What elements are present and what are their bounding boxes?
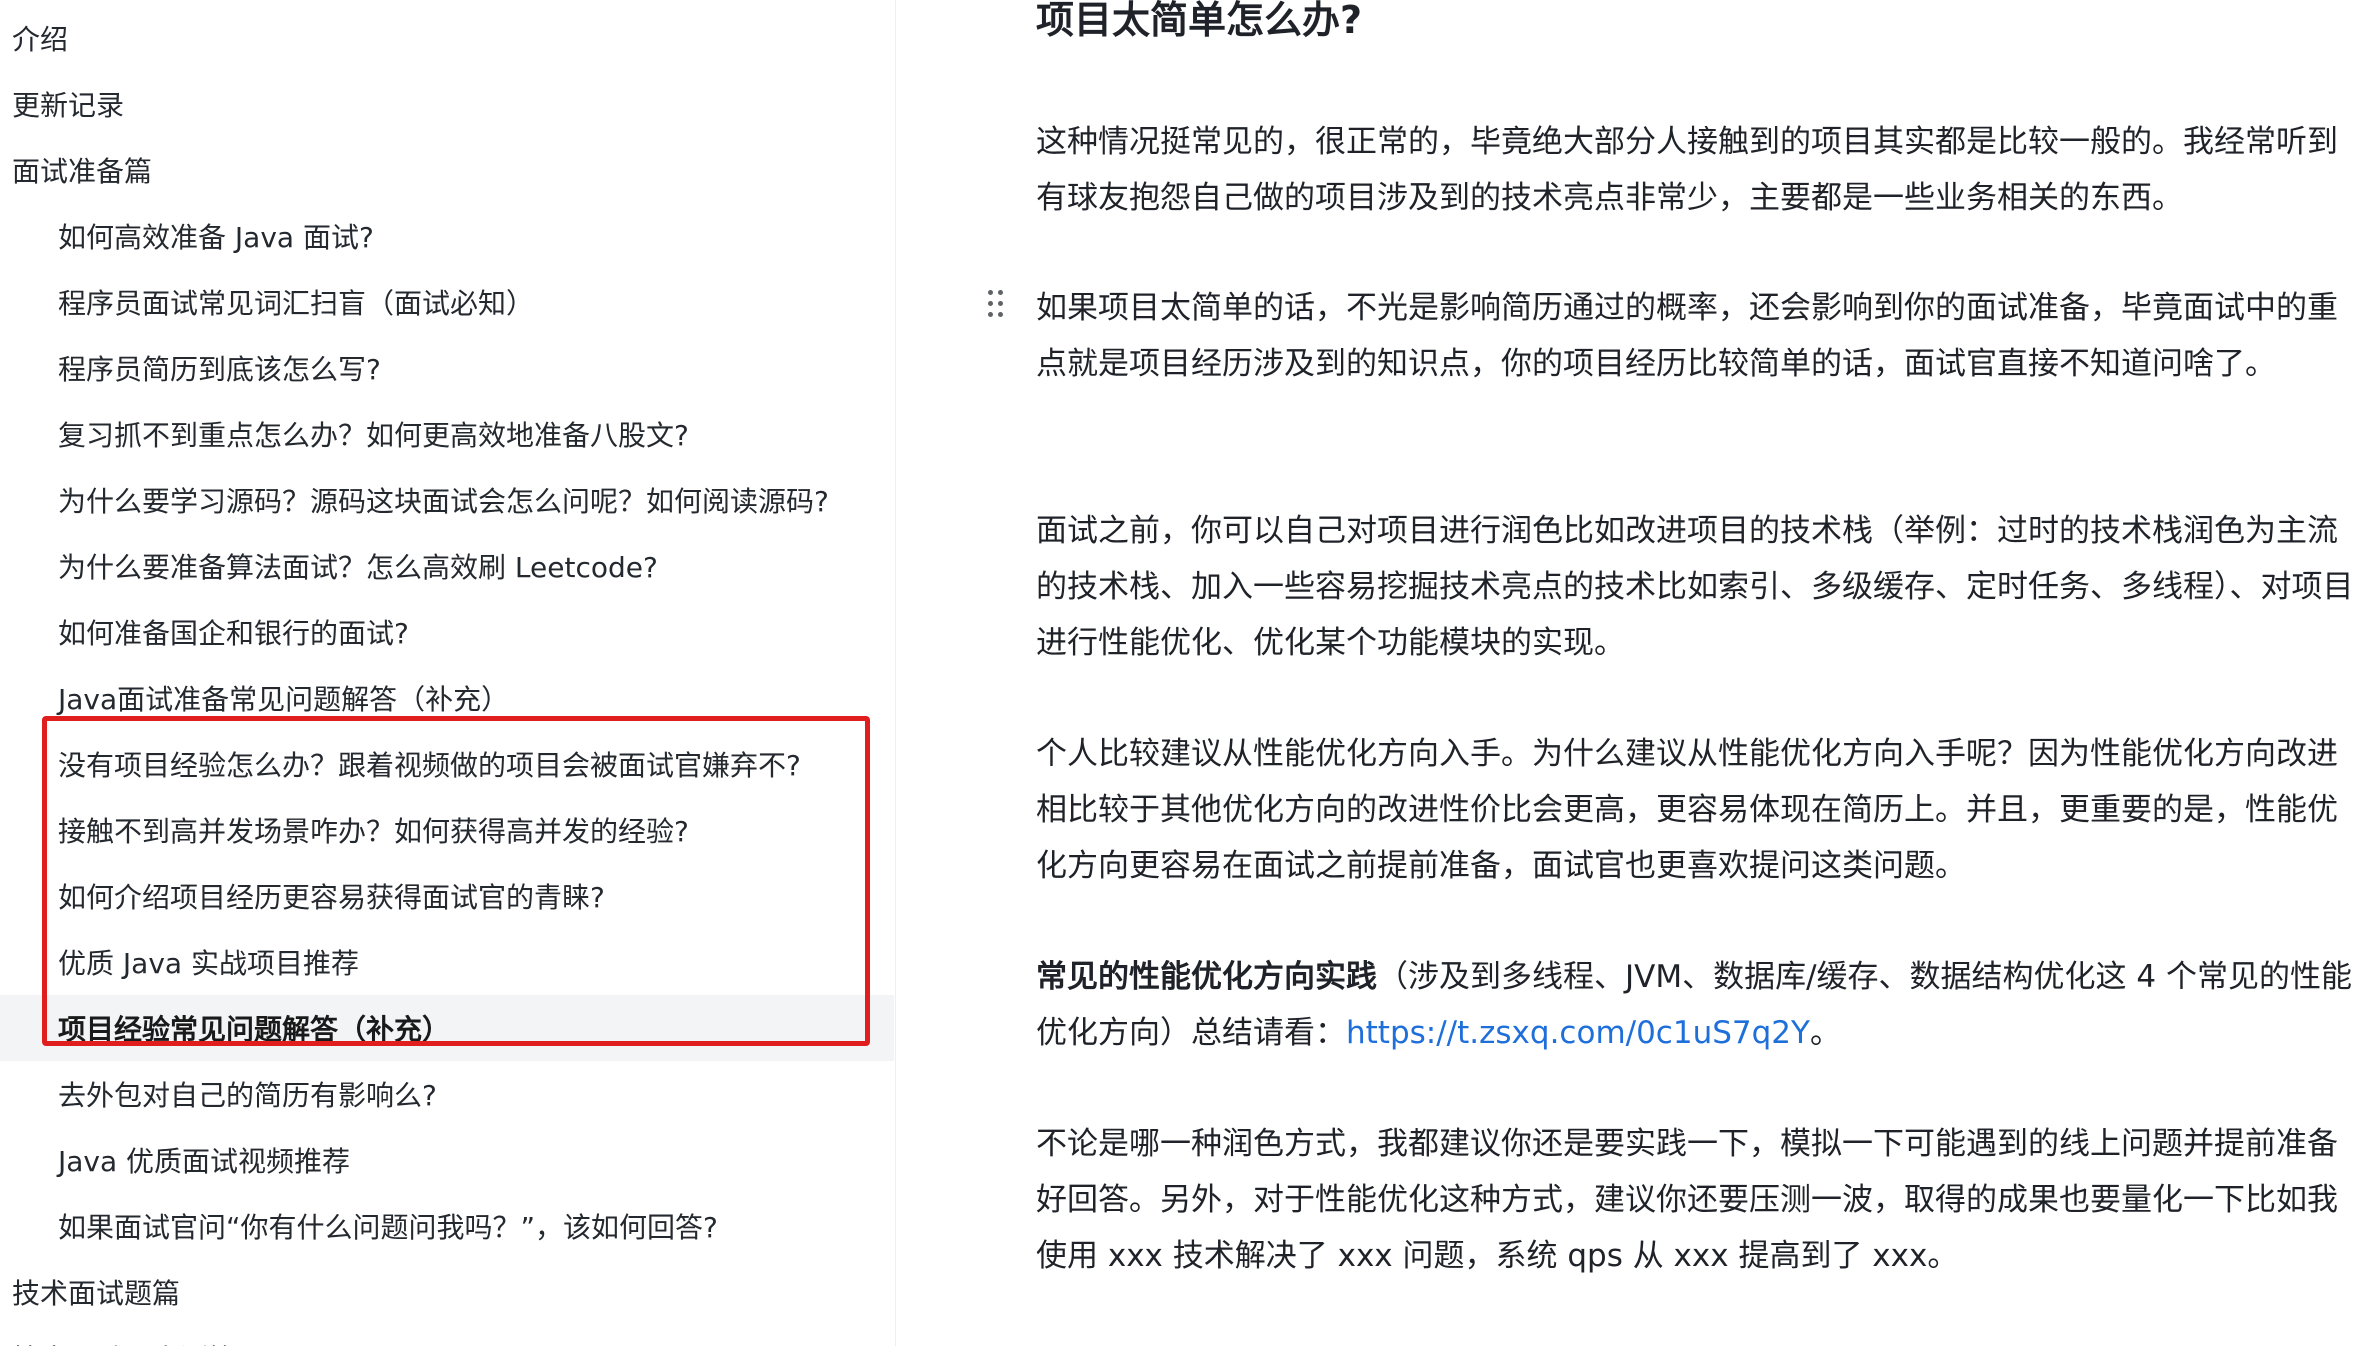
sidebar-item-algorithm[interactable]: 为什么要准备算法面试？怎么高效刷 Leetcode?: [0, 533, 894, 599]
sidebar-item-label: 优质 Java 实战项目推荐: [58, 947, 359, 980]
sidebar-item-label: 为什么要学习源码？源码这块面试会怎么问呢？如何阅读源码?: [58, 485, 829, 518]
sidebar-item-java-faq[interactable]: Java面试准备常见问题解答（补充）: [0, 665, 894, 731]
sidebar-nav: 介绍 更新记录 面试准备篇 如何高效准备 Java 面试? 程序员面试常见词汇扫…: [0, 0, 896, 1346]
sidebar-item-self-test[interactable]: 技术面试题自测篇: [0, 1325, 894, 1346]
sidebar-item-soe-bank[interactable]: 如何准备国企和银行的面试?: [0, 599, 894, 665]
sidebar-item-label: 程序员面试常见词汇扫盲（面试必知）: [58, 287, 535, 320]
sidebar-item-label: 没有项目经验怎么办？跟着视频做的项目会被面试官嫌弃不?: [58, 749, 801, 782]
docs-page: 介绍 更新记录 面试准备篇 如何高效准备 Java 面试? 程序员面试常见词汇扫…: [0, 0, 2366, 1346]
paragraph-5-end: 。: [1809, 1015, 1841, 1051]
sidebar-item-questions-for-interviewer[interactable]: 如果面试官问“你有什么问题问我吗？”，该如何回答?: [0, 1193, 894, 1259]
drag-handle-icon[interactable]: [988, 290, 1004, 320]
sidebar-item-label: 去外包对自己的简历有影响么?: [58, 1079, 437, 1112]
sidebar-item-vocabulary[interactable]: 程序员面试常见词汇扫盲（面试必知）: [0, 269, 894, 335]
sidebar-item-label: 项目经验常见问题解答（补充）: [58, 1013, 451, 1046]
paragraph-6: 不论是哪一种润色方式，我都建议你还是要实践一下，模拟一下可能遇到的线上问题并提前…: [1036, 1126, 2338, 1274]
sidebar-item-label: 如何准备国企和银行的面试?: [58, 617, 409, 650]
sidebar-item-project-faq[interactable]: 项目经验常见问题解答（补充）: [0, 995, 894, 1061]
sidebar-item-label: 介绍: [12, 23, 69, 56]
paragraph-4: 个人比较建议从性能优化方向入手。为什么建议从性能优化方向入手呢？因为性能优化方向…: [1036, 736, 2338, 884]
sidebar-item-label: Java面试准备常见问题解答（补充）: [58, 683, 510, 716]
sidebar-item-java-projects[interactable]: 优质 Java 实战项目推荐: [0, 929, 894, 995]
sidebar-item-label: 如何高效准备 Java 面试?: [58, 221, 374, 254]
sidebar-item-label: 程序员简历到底该怎么写?: [58, 353, 381, 386]
sidebar-item-label: Java 优质面试视频推荐: [58, 1145, 351, 1178]
sidebar-item-review[interactable]: 复习抓不到重点怎么办？如何更高效地准备八股文?: [0, 401, 894, 467]
sidebar-item-label: 如何介绍项目经历更容易获得面试官的青睐?: [58, 881, 605, 914]
sidebar-item-label: 如果面试官问“你有什么问题问我吗？”，该如何回答?: [58, 1211, 718, 1244]
bold-phrase: 常见的性能优化方向实践: [1036, 959, 1377, 995]
zsxq-link[interactable]: https://t.zsxq.com/0c1uS7q2Y: [1346, 1015, 1810, 1051]
sidebar-item-source-code[interactable]: 为什么要学习源码？源码这块面试会怎么问呢？如何阅读源码?: [0, 467, 894, 533]
paragraph-5: 常见的性能优化方向实践（涉及到多线程、JVM、数据库/缓存、数据结构优化这 4 …: [1036, 949, 2356, 1061]
paragraph-3: 面试之前，你可以自己对项目进行润色比如改进项目的技术栈（举例：过时的技术栈润色为…: [1036, 513, 2354, 661]
sidebar-item-high-concurrency[interactable]: 接触不到高并发场景咋办？如何获得高并发的经验?: [0, 797, 894, 863]
sidebar-item-java-prep[interactable]: 如何高效准备 Java 面试?: [0, 203, 894, 269]
sidebar-item-label: 技术面试题篇: [12, 1277, 181, 1310]
sidebar-item-interview-prep[interactable]: 面试准备篇: [0, 137, 894, 203]
sidebar-item-label: 技术面试题自测篇: [12, 1338, 236, 1346]
sidebar-item-resume[interactable]: 程序员简历到底该怎么写?: [0, 335, 894, 401]
sidebar-item-changelog[interactable]: 更新记录: [0, 71, 894, 137]
paragraph-2: 如果项目太简单的话，不光是影响简历通过的概率，还会影响到你的面试准备，毕竟面试中…: [1036, 290, 2338, 382]
sidebar-item-label: 复习抓不到重点怎么办？如何更高效地准备八股文?: [58, 419, 689, 452]
sidebar-item-tech-questions[interactable]: 技术面试题篇: [0, 1259, 894, 1325]
sidebar-item-outsourcing[interactable]: 去外包对自己的简历有影响么?: [0, 1061, 894, 1127]
sidebar-item-no-project[interactable]: 没有项目经验怎么办？跟着视频做的项目会被面试官嫌弃不?: [0, 731, 894, 797]
sidebar-item-label: 接触不到高并发场景咋办？如何获得高并发的经验?: [58, 815, 689, 848]
paragraph-1: 这种情况挺常见的，很正常的，毕竟绝大部分人接触到的项目其实都是比较一般的。我经常…: [1036, 124, 2338, 216]
sidebar-item-label: 面试准备篇: [12, 155, 153, 188]
sidebar-item-label: 为什么要准备算法面试？怎么高效刷 Leetcode?: [58, 551, 658, 584]
sidebar-item-project-intro[interactable]: 如何介绍项目经历更容易获得面试官的青睐?: [0, 863, 894, 929]
article-content: 项目太简单怎么办? 这种情况挺常见的，很正常的，毕竟绝大部分人接触到的项目其实都…: [896, 0, 2366, 1346]
sidebar-item-label: 更新记录: [12, 89, 125, 122]
sidebar-item-intro[interactable]: 介绍: [0, 5, 894, 71]
sidebar-item-videos[interactable]: Java 优质面试视频推荐: [0, 1127, 894, 1193]
section-heading: 项目太简单怎么办?: [1036, 0, 1363, 42]
